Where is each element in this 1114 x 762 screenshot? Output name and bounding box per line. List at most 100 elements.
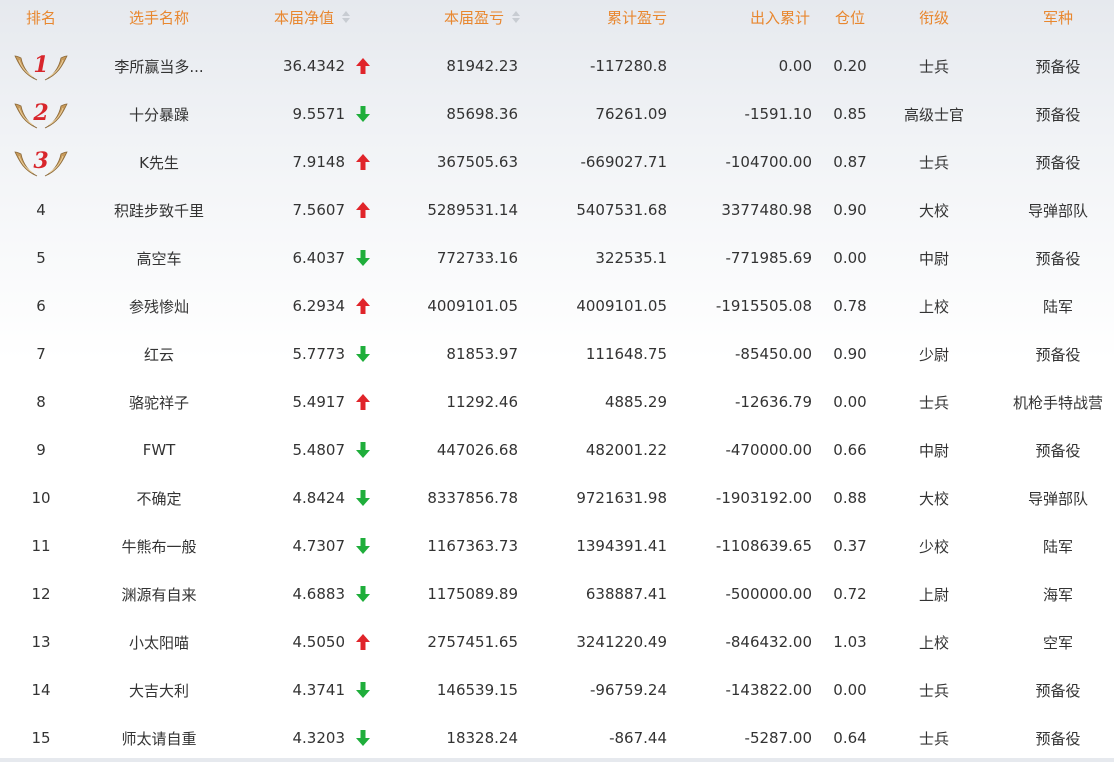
cell-pnl: 146539.15 — [436, 681, 518, 699]
table-row[interactable]: 8 骆驼祥子 5.4917 11292.46 4885.29 -12636.79… — [0, 378, 1114, 426]
cell-pnl: 772733.16 — [436, 249, 518, 267]
cell-name[interactable]: 小太阳喵 — [100, 618, 218, 666]
cell-cum-flow: -1915505.08 — [715, 297, 812, 315]
header-nav[interactable]: 本届净值 — [230, 0, 350, 34]
medal-icon: 3 — [13, 146, 69, 178]
cell-title: 士兵 — [918, 57, 949, 76]
cell-pnl: 2757451.65 — [427, 633, 518, 651]
cell-cum-pnl: -867.44 — [609, 729, 667, 747]
table-row[interactable]: 11 牛熊布一般 4.7307 1167363.73 1394391.41 -1… — [0, 522, 1114, 570]
table-row[interactable]: 4 积跬步致千里 7.5607 5289531.14 5407531.68 33… — [0, 186, 1114, 234]
cell-nav: 5.4807 — [292, 441, 346, 459]
cell-name[interactable]: 师太请自重 — [100, 714, 218, 762]
table-row[interactable]: 9 FWT 5.4807 447026.68 482001.22 -470000… — [0, 426, 1114, 474]
cell-position: 0.20 — [833, 57, 867, 75]
cell-branch: 陆军 — [1042, 297, 1073, 316]
cell-name[interactable]: 李所赢当多... — [100, 42, 218, 90]
cell-cum-pnl: 1394391.41 — [576, 537, 667, 555]
cell-title: 士兵 — [918, 681, 949, 700]
cell-rank: 7 — [0, 330, 82, 378]
cell-branch: 预备役 — [1035, 57, 1081, 76]
table-row[interactable]: 14 大吉大利 4.3741 146539.15 -96759.24 -1438… — [0, 666, 1114, 714]
cell-rank: 3 — [0, 138, 82, 186]
cell-title: 中尉 — [918, 249, 949, 268]
cell-rank: 14 — [0, 666, 82, 714]
sort-icon[interactable] — [342, 11, 350, 23]
table-row[interactable]: 15 师太请自重 4.3203 18328.24 -867.44 -5287.0… — [0, 714, 1114, 762]
cell-title: 高级士官 — [903, 105, 964, 124]
cell-position: 0.37 — [833, 537, 867, 555]
arrow-down-icon — [352, 570, 374, 618]
cell-rank: 13 — [0, 618, 82, 666]
cell-name[interactable]: 大吉大利 — [100, 666, 218, 714]
cell-pnl: 1167363.73 — [427, 537, 518, 555]
cell-name[interactable]: 红云 — [100, 330, 218, 378]
arrow-up-icon — [352, 138, 374, 186]
table-row[interactable]: 6 参残惨灿 6.2934 4009101.05 4009101.05 -191… — [0, 282, 1114, 330]
cell-title: 大校 — [918, 489, 949, 508]
arrow-down-icon — [352, 474, 374, 522]
cell-cum-flow: -1591.10 — [744, 105, 812, 123]
cell-branch: 预备役 — [1035, 345, 1081, 364]
cell-nav: 4.3741 — [292, 681, 346, 699]
table-row[interactable]: 13 小太阳喵 4.5050 2757451.65 3241220.49 -84… — [0, 618, 1114, 666]
cell-cum-flow: -500000.00 — [725, 585, 812, 603]
header-name: 选手名称 — [128, 8, 189, 27]
table-row[interactable]: 5 高空车 6.4037 772733.16 322535.1 -771985.… — [0, 234, 1114, 282]
cell-rank: 5 — [0, 234, 82, 282]
cell-pnl: 85698.36 — [446, 105, 518, 123]
cell-branch: 海军 — [1042, 585, 1073, 604]
rank-number: 6 — [36, 297, 46, 315]
cell-cum-pnl: 638887.41 — [585, 585, 667, 603]
cell-name[interactable]: 积跬步致千里 — [100, 186, 218, 234]
cell-rank: 10 — [0, 474, 82, 522]
cell-name[interactable]: 渊源有自来 — [100, 570, 218, 618]
cell-nav: 4.7307 — [292, 537, 346, 555]
medal-icon: 2 — [13, 98, 69, 130]
rank-number: 12 — [31, 585, 51, 603]
cell-title: 少校 — [918, 537, 949, 556]
cell-branch: 预备役 — [1035, 153, 1081, 172]
header-pnl[interactable]: 本届盈亏 — [380, 0, 520, 34]
sort-icon[interactable] — [512, 11, 520, 23]
cell-position: 0.90 — [833, 201, 867, 219]
cell-name[interactable]: 不确定 — [100, 474, 218, 522]
cell-cum-pnl: 482001.22 — [585, 441, 667, 459]
table-row[interactable]: 10 不确定 4.8424 8337856.78 9721631.98 -190… — [0, 474, 1114, 522]
cell-name[interactable]: 高空车 — [100, 234, 218, 282]
cell-name[interactable]: 十分暴躁 — [100, 90, 218, 138]
cell-name[interactable]: 参残惨灿 — [100, 282, 218, 330]
table-row[interactable]: 2 十分暴躁 9.5571 85698.36 76261.09 -1591.10… — [0, 90, 1114, 138]
cell-rank: 12 — [0, 570, 82, 618]
rank-number: 7 — [36, 345, 46, 363]
table-row[interactable]: 3 K先生 7.9148 367505.63 -669027.71 -10470… — [0, 138, 1114, 186]
arrow-down-icon — [352, 714, 374, 762]
cell-name[interactable]: 骆驼祥子 — [100, 378, 218, 426]
cell-cum-flow: -470000.00 — [725, 441, 812, 459]
cell-title: 大校 — [918, 201, 949, 220]
cell-position: 0.90 — [833, 345, 867, 363]
cell-name[interactable]: 牛熊布一般 — [100, 522, 218, 570]
table-row[interactable]: 12 渊源有自来 4.6883 1175089.89 638887.41 -50… — [0, 570, 1114, 618]
cell-cum-flow: -846432.00 — [725, 633, 812, 651]
header-position: 仓位 — [834, 8, 865, 27]
cell-cum-flow: -104700.00 — [725, 153, 812, 171]
cell-position: 0.00 — [833, 249, 867, 267]
cell-title: 上校 — [918, 633, 949, 652]
table-row[interactable]: 1 李所赢当多... 36.4342 81942.23 -117280.8 0.… — [0, 42, 1114, 90]
cell-nav: 6.4037 — [292, 249, 346, 267]
cell-nav: 7.5607 — [292, 201, 346, 219]
cell-nav: 5.7773 — [292, 345, 346, 363]
header-rank: 排名 — [25, 8, 56, 27]
cell-position: 0.87 — [833, 153, 867, 171]
cell-position: 0.00 — [833, 681, 867, 699]
cell-pnl: 8337856.78 — [427, 489, 518, 507]
cell-branch: 陆军 — [1042, 537, 1073, 556]
cell-name[interactable]: FWT — [100, 426, 218, 474]
arrow-down-icon — [352, 234, 374, 282]
arrow-up-icon — [352, 378, 374, 426]
rank-number: 14 — [31, 681, 51, 699]
cell-pnl: 367505.63 — [436, 153, 518, 171]
cell-name[interactable]: K先生 — [100, 138, 218, 186]
table-row[interactable]: 7 红云 5.7773 81853.97 111648.75 -85450.00… — [0, 330, 1114, 378]
